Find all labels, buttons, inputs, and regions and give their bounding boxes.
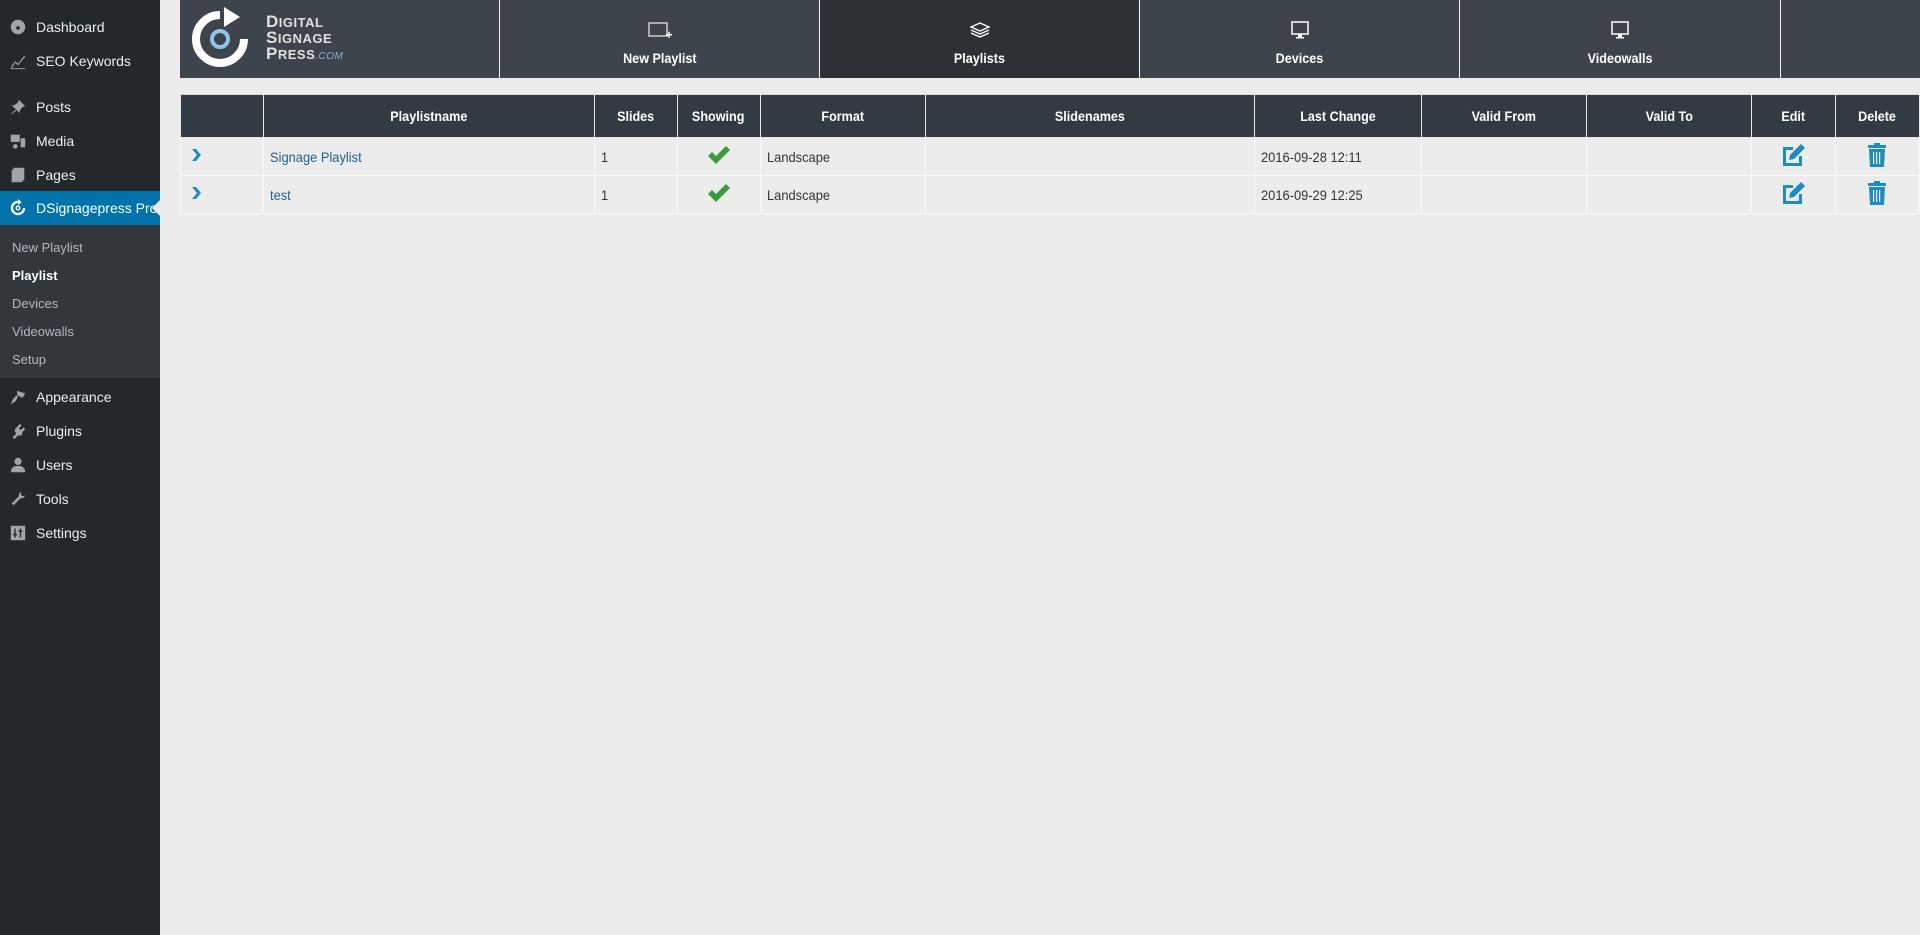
valid-to-cell bbox=[1586, 137, 1752, 176]
last-change-cell: 2016-09-28 12:11 bbox=[1254, 137, 1423, 176]
col-header-expand bbox=[180, 94, 264, 138]
col-header-edit: Edit bbox=[1751, 94, 1836, 138]
col-header-format[interactable]: Format bbox=[759, 94, 926, 138]
nav-empty-cell bbox=[1781, 0, 1920, 78]
menu-item-settings[interactable]: Settings bbox=[0, 516, 160, 550]
submenu-setup[interactable]: Setup bbox=[0, 346, 160, 374]
table-header-row: Playlistname Slides Showing Format Slide… bbox=[180, 94, 1920, 138]
plugin-submenu: New Playlist Playlist Devices Videowalls… bbox=[0, 225, 160, 378]
layers-icon bbox=[968, 21, 991, 38]
expand-row-button[interactable] bbox=[180, 175, 264, 214]
new-playlist-icon bbox=[647, 21, 672, 38]
delete-button[interactable] bbox=[1834, 175, 1920, 214]
monitor-icon bbox=[1290, 20, 1309, 38]
valid-from-cell bbox=[1421, 175, 1588, 214]
chevron-right-icon bbox=[192, 187, 201, 199]
valid-to-cell bbox=[1586, 175, 1752, 214]
menu-item-seo-keywords[interactable]: SEO Keywords bbox=[0, 44, 160, 78]
menu-item-tools[interactable]: Tools bbox=[0, 482, 160, 516]
user-icon bbox=[0, 456, 36, 474]
showing-status bbox=[676, 175, 761, 214]
slidenames-cell bbox=[924, 175, 1256, 214]
col-header-delete: Delete bbox=[1834, 94, 1920, 138]
wrench-icon bbox=[0, 490, 36, 508]
edit-icon bbox=[1783, 182, 1806, 204]
nav-videowalls[interactable]: Videowalls bbox=[1460, 0, 1781, 78]
settings-icon bbox=[0, 524, 36, 542]
dsp-logo: DIGITAL SIGNAGE PRESS.COM bbox=[180, 0, 500, 78]
paintbrush-icon bbox=[0, 388, 36, 406]
showing-status bbox=[676, 137, 761, 176]
delete-button[interactable] bbox=[1834, 137, 1920, 176]
edit-icon bbox=[1783, 144, 1806, 166]
pin-icon bbox=[0, 98, 36, 116]
checkmark-icon bbox=[707, 184, 730, 202]
dsp-logo-icon bbox=[192, 7, 248, 67]
menu-item-users[interactable]: Users bbox=[0, 448, 160, 482]
format-cell: Landscape bbox=[759, 175, 926, 214]
dsp-refresh-icon bbox=[0, 199, 36, 217]
col-header-playlistname[interactable]: Playlistname bbox=[262, 94, 595, 138]
playlists-table: Playlistname Slides Showing Format Slide… bbox=[180, 94, 1920, 214]
plugin-top-nav: DIGITAL SIGNAGE PRESS.COM New Playlist P… bbox=[180, 0, 1920, 78]
media-icon bbox=[0, 132, 36, 150]
playlist-name-link[interactable]: test bbox=[270, 187, 293, 203]
col-header-slidenames[interactable]: Slidenames bbox=[924, 94, 1256, 138]
table-row: test 1 Landscape 2016-09-29 12:25 bbox=[180, 175, 1920, 214]
nav-new-playlist[interactable]: New Playlist bbox=[500, 0, 820, 78]
menu-item-media[interactable]: Media bbox=[0, 124, 160, 158]
slidenames-cell bbox=[924, 137, 1256, 176]
table-row: Signage Playlist 1 Landscape 2016-09-28 … bbox=[180, 137, 1920, 176]
trash-icon bbox=[1868, 181, 1887, 205]
pages-icon bbox=[0, 166, 36, 184]
submenu-devices[interactable]: Devices bbox=[0, 290, 160, 318]
menu-item-posts[interactable]: Posts bbox=[0, 90, 160, 124]
col-header-valid-to[interactable]: Valid To bbox=[1586, 94, 1752, 138]
admin-sidebar: Dashboard SEO Keywords Posts Media Pages… bbox=[0, 0, 160, 935]
dsp-logo-text: DIGITAL SIGNAGE PRESS.COM bbox=[266, 12, 344, 63]
nav-devices[interactable]: Devices bbox=[1140, 0, 1460, 78]
trash-icon bbox=[1868, 143, 1887, 167]
menu-item-pages[interactable]: Pages bbox=[0, 158, 160, 192]
submenu-new-playlist[interactable]: New Playlist bbox=[0, 234, 160, 262]
expand-row-button[interactable] bbox=[180, 137, 264, 176]
menu-item-plugins[interactable]: Plugins bbox=[0, 414, 160, 448]
checkmark-icon bbox=[707, 146, 730, 164]
menu-item-dashboard[interactable]: Dashboard bbox=[0, 10, 160, 44]
col-header-valid-from[interactable]: Valid From bbox=[1421, 94, 1588, 138]
submenu-videowalls[interactable]: Videowalls bbox=[0, 318, 160, 346]
monitor-icon bbox=[1611, 20, 1629, 38]
last-change-cell: 2016-09-29 12:25 bbox=[1254, 175, 1423, 214]
slides-count: 1 bbox=[593, 137, 678, 176]
slides-count: 1 bbox=[593, 175, 678, 214]
col-header-last-change[interactable]: Last Change bbox=[1254, 94, 1423, 138]
chevron-right-icon bbox=[192, 149, 201, 161]
edit-button[interactable] bbox=[1751, 137, 1836, 176]
col-header-showing[interactable]: Showing bbox=[676, 94, 761, 138]
menu-item-appearance[interactable]: Appearance bbox=[0, 380, 160, 414]
col-header-slides[interactable]: Slides bbox=[593, 94, 678, 138]
valid-from-cell bbox=[1421, 137, 1588, 176]
playlist-name-link[interactable]: Signage Playlist bbox=[270, 149, 370, 165]
plugin-icon bbox=[0, 422, 36, 440]
nav-playlists[interactable]: Playlists bbox=[820, 0, 1140, 78]
edit-button[interactable] bbox=[1751, 175, 1836, 214]
menu-item-dsignagepress-pro[interactable]: DSignagepress Pro bbox=[0, 191, 160, 225]
format-cell: Landscape bbox=[759, 137, 926, 176]
chart-line-icon bbox=[0, 52, 36, 70]
dashboard-icon bbox=[0, 18, 36, 36]
submenu-playlist[interactable]: Playlist bbox=[0, 262, 160, 290]
